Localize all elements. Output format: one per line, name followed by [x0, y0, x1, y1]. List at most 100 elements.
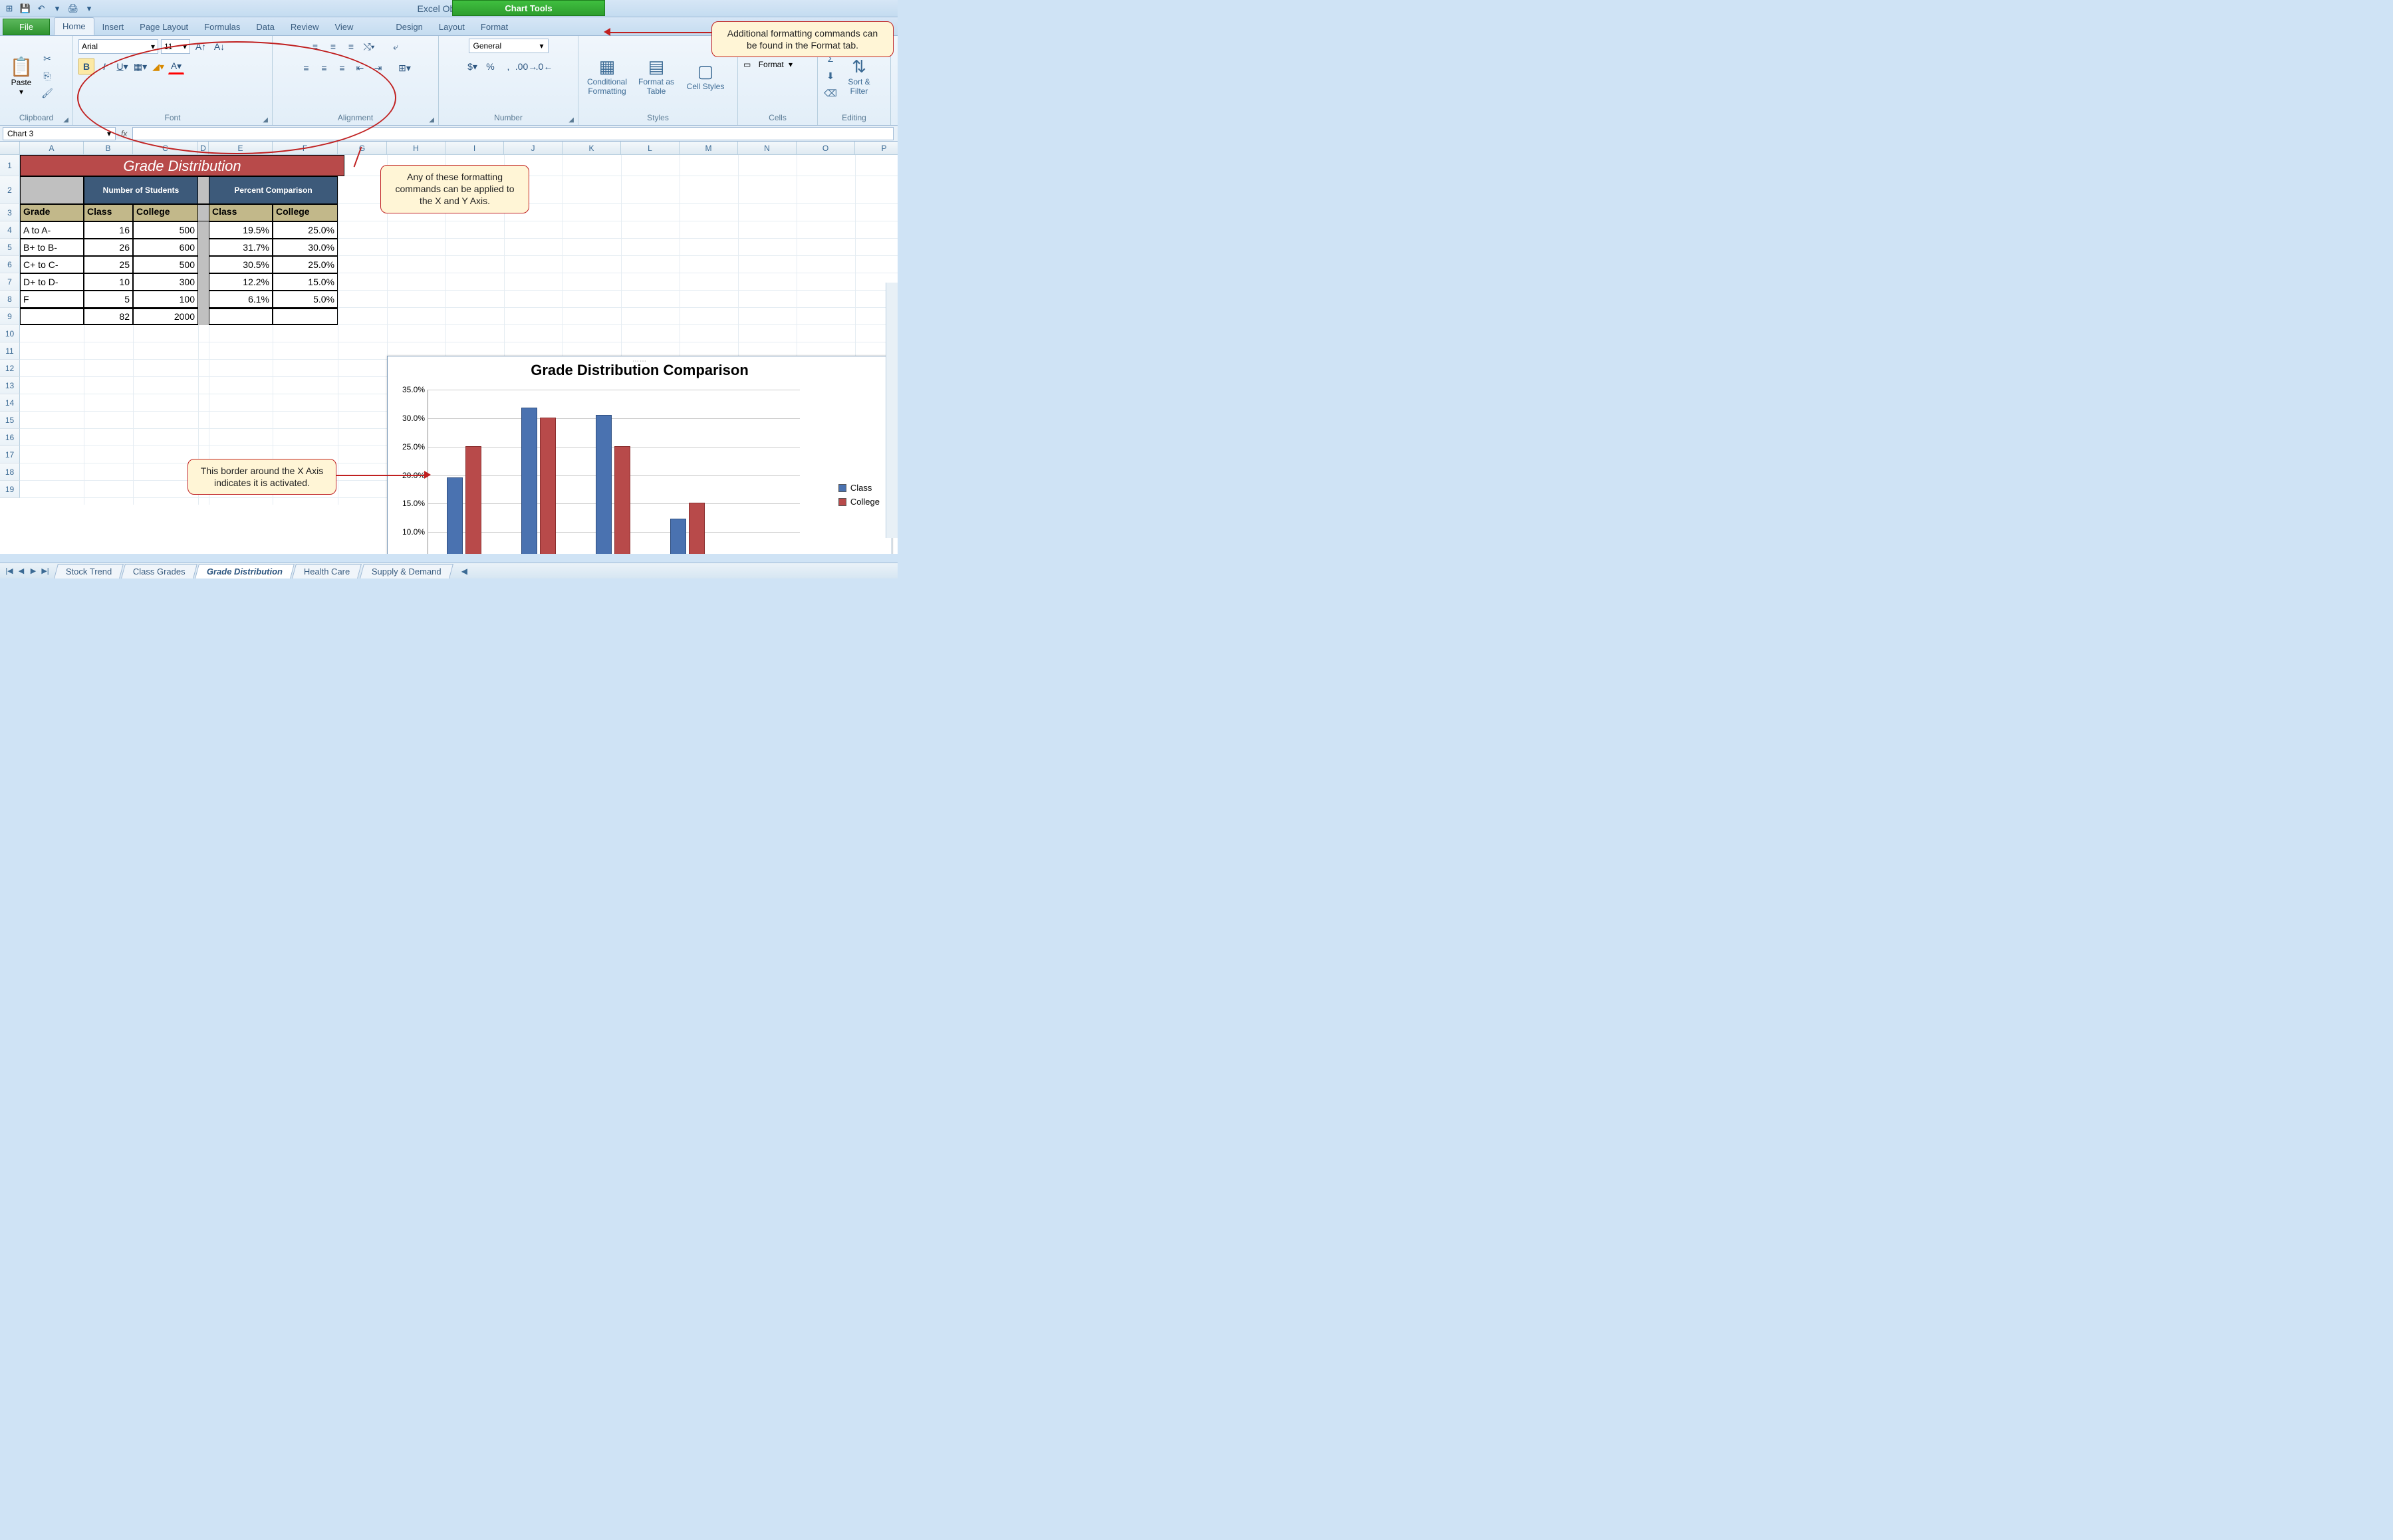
tab-insert[interactable]: Insert [94, 19, 132, 35]
table-cell[interactable]: 26 [84, 239, 133, 256]
table-cell[interactable]: 500 [133, 256, 198, 273]
table-cell[interactable] [273, 308, 338, 325]
row-header[interactable]: 3 [0, 204, 20, 221]
align-middle-icon[interactable]: ≡ [325, 39, 341, 55]
sheet-tab[interactable]: Class Grades [121, 564, 197, 578]
tab-view[interactable]: View [326, 19, 361, 35]
table-cell[interactable]: 10 [84, 273, 133, 291]
tab-format[interactable]: Format [473, 19, 516, 35]
formula-input[interactable] [132, 127, 894, 140]
number-format-dropdown[interactable]: General▾ [469, 39, 549, 53]
undo-icon[interactable]: ↶ [35, 2, 48, 15]
row-header[interactable]: 9 [0, 308, 20, 325]
table-cell[interactable]: 2000 [133, 308, 198, 325]
tab-page-layout[interactable]: Page Layout [132, 19, 196, 35]
chart-bar[interactable] [614, 446, 630, 554]
print-icon[interactable]: 🖨 [66, 2, 80, 15]
redo-icon[interactable]: ▾ [51, 2, 64, 15]
dialog-launcher-icon[interactable]: ◢ [568, 116, 574, 124]
chart-bar[interactable] [465, 446, 481, 554]
bold-button[interactable]: B [78, 59, 94, 74]
percent-icon[interactable]: % [483, 59, 499, 74]
font-name-dropdown[interactable]: Arial▾ [78, 39, 158, 54]
table-cell[interactable]: 30.5% [209, 256, 273, 273]
paste-button[interactable]: 📋 Paste ▾ [5, 56, 37, 96]
currency-icon[interactable]: $▾ [465, 59, 481, 74]
table-cell[interactable]: 5 [84, 291, 133, 308]
chart-legend[interactable]: Class College [838, 483, 880, 511]
row-header[interactable]: 17 [0, 446, 20, 463]
column-header[interactable]: B [84, 142, 133, 154]
decrease-indent-icon[interactable]: ⇤ [352, 60, 368, 76]
row-header[interactable]: 11 [0, 342, 20, 360]
table-cell[interactable] [209, 308, 273, 325]
table-cell[interactable]: B+ to B- [20, 239, 84, 256]
column-header[interactable]: K [563, 142, 621, 154]
table-cell[interactable]: 500 [133, 221, 198, 239]
tab-review[interactable]: Review [283, 19, 327, 35]
table-cell[interactable] [20, 308, 84, 325]
file-tab[interactable]: File [3, 19, 50, 35]
chart-bar[interactable] [689, 503, 705, 554]
clear-icon[interactable]: ⌫ [823, 86, 838, 100]
dialog-launcher-icon[interactable]: ◢ [63, 116, 68, 124]
table-cell[interactable]: F [20, 291, 84, 308]
excel-icon[interactable]: ⊞ [3, 2, 16, 15]
merge-center-icon[interactable]: ⊞▾ [397, 60, 413, 76]
sheet-nav-prev[interactable]: ◀ [16, 567, 27, 575]
sheet-tab[interactable]: Supply & Demand [360, 564, 453, 578]
table-cell[interactable]: D+ to D- [20, 273, 84, 291]
sort-filter-button[interactable]: ⇅Sort & Filter [840, 57, 878, 96]
column-header[interactable]: F [273, 142, 338, 154]
column-header[interactable]: H [387, 142, 445, 154]
table-cell[interactable]: 31.7% [209, 239, 273, 256]
plot-area[interactable] [428, 390, 800, 554]
sheet-nav-first[interactable]: |◀ [4, 567, 15, 575]
format-as-table-button[interactable]: ▤Format as Table [633, 57, 680, 96]
column-header[interactable]: J [504, 142, 563, 154]
table-cell[interactable]: 15.0% [273, 273, 338, 291]
table-cell[interactable]: 5.0% [273, 291, 338, 308]
table-cell[interactable]: 25.0% [273, 221, 338, 239]
column-header[interactable]: I [445, 142, 504, 154]
table-cell[interactable]: 600 [133, 239, 198, 256]
decrease-decimal-icon[interactable]: .0← [537, 59, 553, 74]
chart-bar[interactable] [540, 418, 556, 554]
column-header[interactable]: E [209, 142, 273, 154]
tab-layout[interactable]: Layout [431, 19, 473, 35]
column-header[interactable]: D [198, 142, 209, 154]
chart-bar[interactable] [447, 477, 463, 554]
table-cell[interactable]: 82 [84, 308, 133, 325]
table-cell[interactable]: 30.0% [273, 239, 338, 256]
row-header[interactable]: 16 [0, 429, 20, 446]
borders-icon[interactable]: ▦▾ [132, 59, 148, 74]
column-header[interactable]: C [133, 142, 198, 154]
fill-color-icon[interactable]: ◢▾ [150, 59, 166, 74]
row-header[interactable]: 18 [0, 463, 20, 481]
row-header[interactable]: 1 [0, 155, 20, 176]
tab-data[interactable]: Data [248, 19, 282, 35]
font-size-dropdown[interactable]: 11▾ [161, 39, 190, 54]
cut-icon[interactable]: ✂ [40, 51, 55, 66]
column-header[interactable]: M [680, 142, 738, 154]
align-top-icon[interactable]: ≡ [307, 39, 323, 55]
align-right-icon[interactable]: ≡ [334, 60, 350, 76]
copy-icon[interactable]: ⎘ [40, 68, 55, 83]
table-cell[interactable]: 16 [84, 221, 133, 239]
select-all-button[interactable] [0, 142, 20, 154]
qat-dropdown-icon[interactable]: ▾ [82, 2, 96, 15]
increase-font-icon[interactable]: A↑ [193, 39, 209, 55]
orientation-icon[interactable]: ⤭▾ [361, 39, 377, 55]
font-color-icon[interactable]: A▾ [168, 59, 184, 74]
cell-styles-button[interactable]: ▢Cell Styles [682, 61, 729, 91]
column-header[interactable]: L [621, 142, 680, 154]
sheet-tab[interactable]: Stock Trend [54, 564, 124, 578]
chart-bar[interactable] [521, 408, 537, 554]
sheet-tab[interactable]: Health Care [292, 564, 362, 578]
table-cell[interactable]: C+ to C- [20, 256, 84, 273]
column-header[interactable]: G [338, 142, 387, 154]
align-bottom-icon[interactable]: ≡ [343, 39, 359, 55]
name-box[interactable]: Chart 3▾ [3, 127, 116, 140]
row-header[interactable]: 7 [0, 273, 20, 291]
table-cell[interactable]: 12.2% [209, 273, 273, 291]
